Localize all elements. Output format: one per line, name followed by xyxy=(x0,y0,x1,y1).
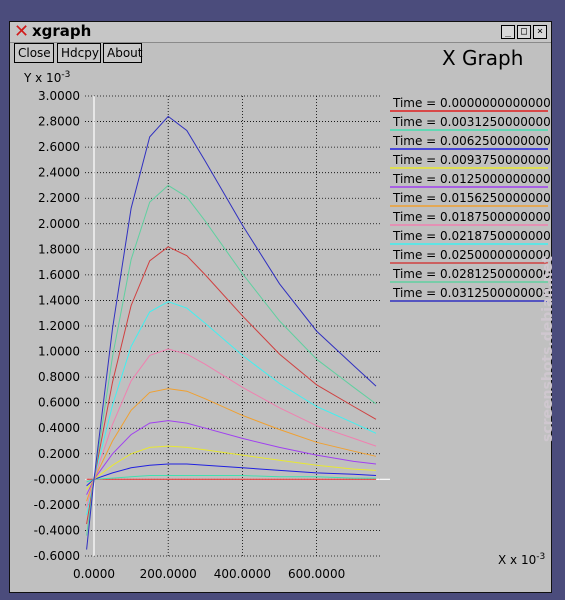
series-line-9 xyxy=(86,184,377,536)
y-tick-label: 1.4000 xyxy=(38,293,80,307)
y-tick-label: 1.2000 xyxy=(38,319,80,333)
watermark: screenshots.debian.net xyxy=(540,256,556,442)
y-tick-label: 2.8000 xyxy=(38,115,80,129)
y-tick-label: -0.4000 xyxy=(34,523,80,537)
x-tick-label: 400.0000 xyxy=(214,567,271,581)
plot-area: -0.6000 -0.4000 -0.2000 -0.0000 0.2000 0.4000… xyxy=(34,89,551,581)
series-line-8 xyxy=(86,246,377,525)
legend-label: Time = 0.0312500000000 xyxy=(392,286,551,300)
x-tick-label: 200.0000 xyxy=(140,567,197,581)
y-tick-label: 2.0000 xyxy=(38,217,80,231)
legend-label: Time = 0.0218750000000 xyxy=(392,229,551,243)
series-line-1 xyxy=(86,475,376,483)
legend-label: Time = 0.0156250000000 xyxy=(392,191,551,205)
legend-label: Time = 0.0031250000000 xyxy=(392,115,551,129)
legend-label: Time = 0.0250000000000 xyxy=(392,248,551,262)
y-tick-label: 0.4000 xyxy=(38,421,80,435)
series-line-7 xyxy=(86,301,377,516)
x-tick-label: 0.0000 xyxy=(73,567,115,581)
y-tick-label: 1.0000 xyxy=(38,345,80,359)
y-tick-label: 0.8000 xyxy=(38,370,80,384)
y-tick-label: 2.6000 xyxy=(38,140,80,154)
series-line-10 xyxy=(86,115,377,550)
y-tick-label: 1.6000 xyxy=(38,268,80,282)
y-tick-label: 0.6000 xyxy=(38,396,80,410)
xgraph-window: ✕ xgraph _ □ × Close Hdcpy About X Graph… xyxy=(9,21,556,593)
legend-label: Time = 0.0125000000000 xyxy=(392,172,551,186)
y-tick-label: -0.6000 xyxy=(34,549,80,563)
y-tick-label: 2.2000 xyxy=(38,191,80,205)
x-tick-label: 600.0000 xyxy=(288,567,345,581)
y-tick-label: -0.2000 xyxy=(34,498,80,512)
y-tick-label: 2.4000 xyxy=(38,166,80,180)
y-tick-label: -0.0000 xyxy=(34,472,80,486)
legend-label: Time = 0.0062500000000 xyxy=(392,134,551,148)
legend-label: Time = 0.0187500000000 xyxy=(392,210,551,224)
y-tick-label: 1.8000 xyxy=(38,242,80,256)
y-tick-label: 0.2000 xyxy=(38,447,80,461)
series-line-5 xyxy=(86,388,377,502)
legend-label: Time = 0.0000000000000 xyxy=(392,96,551,110)
legend-label: Time = 0.0093750000000 xyxy=(392,153,551,167)
y-tick-label: 3.0000 xyxy=(38,89,80,103)
legend-label: Time = 0.0281250000000 xyxy=(392,267,551,281)
series-line-4 xyxy=(86,420,377,495)
